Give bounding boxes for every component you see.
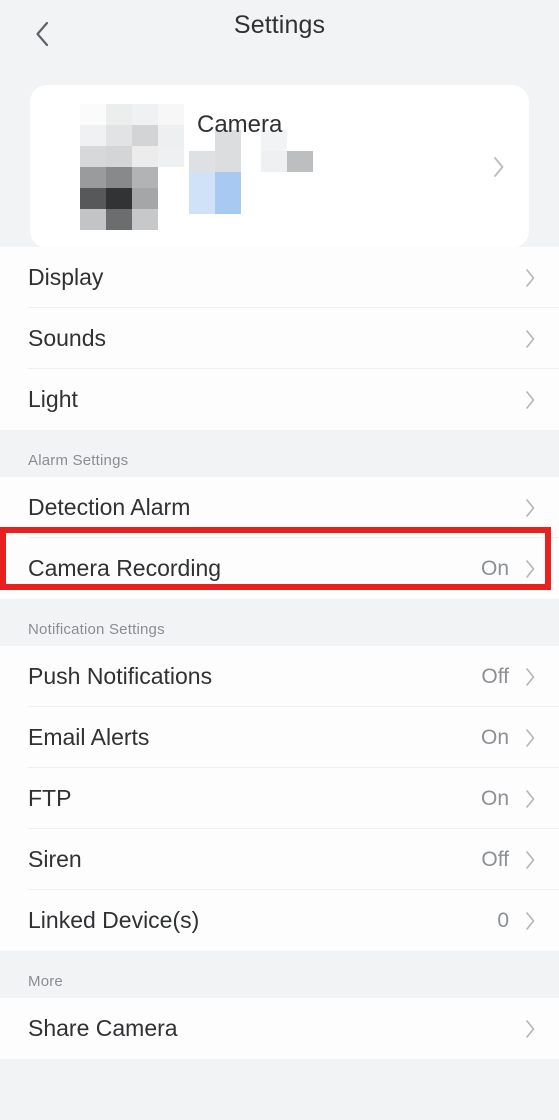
settings-group: Share Camera	[0, 998, 559, 1059]
mosaic-block	[106, 188, 132, 209]
settings-row-push-notifications[interactable]: Push Notifications Off	[0, 646, 559, 707]
settings-screen: Settings Camera Display Sounds Light Alarm …	[0, 0, 559, 1120]
settings-row-label: Email Alerts	[28, 724, 150, 750]
settings-row-label: Light	[28, 386, 78, 412]
chevron-right-icon	[522, 789, 538, 808]
mosaic-block	[132, 188, 158, 209]
mosaic-block	[287, 151, 313, 172]
settings-row-display[interactable]: Display	[0, 247, 559, 308]
settings-row-label: Push Notifications	[28, 663, 213, 689]
device-card-container: Camera	[0, 77, 559, 248]
chevron-right-icon	[522, 559, 538, 578]
chevron-right-icon	[522, 329, 538, 348]
chevron-right-icon	[522, 498, 538, 517]
device-thumbnail-mosaic	[80, 104, 184, 231]
chevron-right-icon[interactable]	[488, 156, 508, 177]
chevron-right-icon	[522, 728, 538, 747]
mosaic-block	[189, 151, 215, 172]
mosaic-block	[132, 125, 158, 146]
section-header-alarm-settings: Alarm Settings	[0, 430, 559, 477]
mosaic-block	[80, 188, 106, 209]
settings-row-label: Display	[28, 264, 104, 290]
mosaic-block	[189, 172, 215, 193]
section-header-label: Alarm Settings	[28, 452, 129, 469]
settings-row-detection-alarm[interactable]: Detection Alarm	[0, 477, 559, 538]
mosaic-block	[80, 146, 106, 167]
device-name: Camera	[197, 111, 283, 138]
settings-row-light[interactable]: Light	[0, 369, 559, 430]
settings-group: Display Sounds Light	[0, 247, 559, 430]
settings-row-value: On	[480, 786, 509, 810]
settings-row-siren[interactable]: Siren Off	[0, 829, 559, 890]
mosaic-block	[132, 146, 158, 167]
settings-row-label: Sounds	[28, 325, 107, 351]
section-header-label: Notification Settings	[28, 621, 165, 638]
settings-row-value: Off	[481, 847, 509, 871]
mosaic-block	[106, 125, 132, 146]
chevron-right-icon	[522, 1019, 538, 1038]
mosaic-block	[80, 167, 106, 188]
chevron-right-icon	[522, 667, 538, 686]
settings-row-camera-recording[interactable]: Camera Recording On	[0, 538, 559, 599]
chevron-right-icon	[522, 268, 538, 287]
mosaic-block	[132, 167, 158, 188]
mosaic-block	[132, 104, 158, 125]
settings-row-value: On	[480, 556, 509, 580]
mosaic-block	[215, 172, 241, 193]
settings-row-email-alerts[interactable]: Email Alerts On	[0, 707, 559, 768]
settings-row-share-camera[interactable]: Share Camera	[0, 998, 559, 1059]
settings-row-label: Detection Alarm	[28, 494, 191, 520]
section-header-more: More	[0, 951, 559, 998]
mosaic-block	[261, 151, 287, 172]
settings-group: Push Notifications Off Email Alerts On FTP On…	[0, 646, 559, 951]
mosaic-block	[106, 104, 132, 125]
mosaic-block	[215, 193, 241, 214]
settings-row-linked-devices[interactable]: Linked Device(s) 0	[0, 890, 559, 951]
mosaic-block	[80, 125, 106, 146]
mosaic-block	[158, 125, 184, 146]
settings-row-label: Share Camera	[28, 1015, 178, 1041]
settings-row-value: Off	[481, 664, 509, 688]
settings-list: Display Sounds Light Alarm Settings Detectio…	[0, 247, 559, 1059]
settings-group: Detection Alarm Camera Recording On	[0, 477, 559, 599]
settings-row-label: FTP	[28, 785, 72, 811]
mosaic-block	[158, 104, 184, 125]
device-card[interactable]: Camera	[30, 85, 529, 248]
chevron-right-icon	[522, 911, 538, 930]
settings-row-value: 0	[497, 908, 509, 932]
settings-row-label: Siren	[28, 846, 82, 872]
mosaic-block	[189, 193, 215, 214]
mosaic-block	[106, 146, 132, 167]
app-header: Settings	[0, 0, 559, 77]
mosaic-block	[106, 209, 132, 230]
mosaic-block	[80, 104, 106, 125]
chevron-right-icon	[522, 850, 538, 869]
mosaic-block	[80, 209, 106, 230]
settings-row-ftp[interactable]: FTP On	[0, 768, 559, 829]
mosaic-block	[215, 151, 241, 172]
mosaic-block	[106, 167, 132, 188]
chevron-right-icon	[522, 390, 538, 409]
section-header-notification-settings: Notification Settings	[0, 599, 559, 646]
settings-row-label: Linked Device(s)	[28, 907, 200, 933]
mosaic-block	[158, 146, 184, 167]
settings-row-value: On	[480, 725, 509, 749]
mosaic-block	[132, 209, 158, 230]
device-thumbnail-mosaic-secondary	[185, 130, 313, 214]
page-title: Settings	[233, 11, 326, 39]
settings-row-label: Camera Recording	[28, 555, 222, 581]
section-header-label: More	[28, 973, 63, 990]
settings-row-sounds[interactable]: Sounds	[0, 308, 559, 369]
